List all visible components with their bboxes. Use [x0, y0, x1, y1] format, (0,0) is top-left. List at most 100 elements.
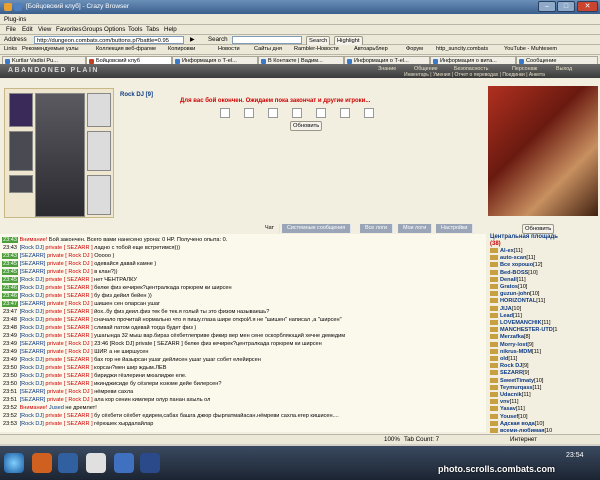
player-name[interactable]: HORIZONTAL [500, 298, 536, 304]
player-item[interactable]: Teymurqass[11] [490, 385, 541, 392]
player-item[interactable]: Bed-BOSS[10] [490, 270, 538, 277]
character-name[interactable]: Rock DJ [9] [120, 92, 153, 98]
link-item[interactable]: Форум [406, 46, 423, 52]
player-item[interactable]: Все хорошо[12] [490, 262, 542, 269]
player-item[interactable]: LOVEMANCHIK[11] [490, 320, 551, 327]
player-name[interactable]: guzun-john [500, 291, 530, 297]
chat-sender[interactable]: Jused [49, 405, 64, 411]
tab-all-logs[interactable]: Все логи [360, 224, 393, 233]
player-item[interactable]: nikrus-MDM[11] [490, 349, 541, 356]
chat-private-target[interactable]: private [ Rock DJ ] [47, 253, 93, 259]
link-item[interactable]: http_suncity.combats [436, 46, 488, 52]
chat-sender[interactable]: [SEZARR] [20, 349, 46, 355]
player-item[interactable]: Gratos[10] [490, 284, 527, 291]
player-item[interactable]: Rock DJ[9] [490, 363, 529, 370]
tab-settings[interactable]: Настройки [436, 224, 474, 233]
firefox-icon[interactable] [32, 453, 52, 473]
player-name[interactable]: Al-ex [500, 248, 514, 254]
crazy-browser-icon[interactable] [140, 453, 160, 473]
chat-private-target[interactable]: private [ SEZARR ] [45, 421, 92, 427]
chat-sender[interactable]: [Rock DJ] [20, 245, 44, 251]
tab-my-logs[interactable]: Мои логи [398, 224, 433, 233]
equip-slot[interactable] [87, 175, 111, 215]
chat-private-target[interactable]: private [ SEZARR ] [45, 293, 92, 299]
menu-help[interactable]: Help [164, 26, 177, 33]
chat-sender[interactable]: [Rock DJ] [20, 317, 44, 323]
player-name[interactable]: Merzafka [500, 334, 524, 340]
tab-chat[interactable]: Чат [260, 224, 280, 233]
player-item[interactable]: MANCHESTER-UTD[1 [490, 327, 558, 334]
player-name[interactable]: nikrus-MDM [500, 349, 532, 355]
chat-private-target[interactable]: private [ Rock DJ ] [47, 349, 93, 355]
url-input[interactable]: http://dungeon.combats.com/buttons.pl?ba… [34, 36, 184, 44]
chat-private-target[interactable]: private [ SEZARR ] [45, 277, 92, 283]
player-item[interactable]: Morry-lost[9] [490, 342, 534, 349]
player-name[interactable]: Gratos [500, 284, 518, 290]
link-item[interactable]: Сайты дня [254, 46, 282, 52]
chat-private-target[interactable]: private [ SEZARR ] [45, 245, 92, 251]
chat-sender[interactable]: [Rock DJ] [20, 333, 44, 339]
maximize-button[interactable]: □ [557, 1, 575, 12]
player-item[interactable]: old[11] [490, 356, 517, 363]
chat-sender[interactable]: [Rock DJ] [20, 373, 44, 379]
chat-private-target[interactable]: private [ SEZARR ] [45, 317, 92, 323]
chat-private-target[interactable]: private [ SEZARR ] [45, 381, 92, 387]
player-list-refresh-button[interactable]: Обновить [522, 224, 555, 234]
go-icon[interactable]: ▶ [190, 36, 195, 43]
menu-file[interactable]: File [6, 26, 16, 33]
player-name[interactable]: Yasav [500, 406, 516, 412]
chat-sender[interactable]: [SEZARR] [20, 261, 46, 267]
player-item[interactable]: vnv[11] [490, 399, 519, 406]
player-item[interactable]: Yasav[11] [490, 406, 525, 413]
player-name[interactable]: Yousef [500, 414, 518, 420]
battle-refresh-button[interactable]: Обновить [290, 121, 323, 131]
link-item[interactable]: Rambler-Новости [294, 46, 339, 52]
link-item[interactable]: Новости [218, 46, 240, 52]
tab-system-messages[interactable]: Системные сообщения [282, 224, 352, 233]
player-item[interactable]: guzun-john[10] [490, 291, 539, 298]
equip-slot[interactable] [9, 131, 33, 171]
player-name[interactable]: LOVEMANCHIK [500, 320, 542, 326]
sub-nav[interactable]: Инвентарь | Умения | Отчет о переводах |… [404, 72, 545, 78]
chat-sender[interactable]: [Rock DJ] [20, 381, 44, 387]
chat-private-target[interactable]: private [ SEZARR ] [45, 285, 92, 291]
explorer-icon[interactable] [114, 453, 134, 473]
player-name[interactable]: Denall [500, 277, 517, 283]
player-name[interactable]: SweetTimaty [500, 378, 534, 384]
chat-sender[interactable]: [SEZARR] [20, 389, 46, 395]
nav-knowledge[interactable]: Знание [378, 66, 396, 72]
zoom-level[interactable]: 100% [384, 436, 400, 443]
menu-tools[interactable]: Tools [128, 26, 142, 33]
player-item[interactable]: HORIZONTAL[11] [490, 298, 545, 305]
equip-slot[interactable] [87, 93, 111, 127]
chat-private-target[interactable]: private [ Rock DJ ] [47, 341, 93, 347]
chat-sender[interactable]: [Rock DJ] [20, 309, 44, 315]
player-item[interactable]: auto-scan[11] [490, 255, 535, 262]
player-name[interactable]: Все хорошо [500, 262, 533, 268]
link-item[interactable]: YouTube - Muhtesem [504, 46, 596, 52]
chat-private-target[interactable]: private [ SEZARR ] [45, 333, 92, 339]
chat-sender[interactable]: [SEZARR] [20, 253, 46, 259]
character-avatar[interactable] [35, 93, 85, 217]
chat-private-target[interactable]: private [ Rock DJ ] [47, 261, 93, 267]
minimize-button[interactable]: – [538, 1, 556, 12]
close-button[interactable]: ✕ [577, 1, 598, 12]
player-name[interactable]: JIJA [500, 306, 512, 312]
player-name[interactable]: MANCHESTER-UTD [500, 327, 553, 333]
equip-slot[interactable] [9, 175, 33, 193]
link-item[interactable]: Копировки [168, 46, 195, 52]
player-item[interactable]: Lead[11] [490, 313, 522, 320]
equip-slot[interactable] [87, 131, 111, 171]
chat-sender[interactable]: [Rock DJ] [20, 365, 44, 371]
player-name[interactable]: Lead [500, 313, 513, 319]
chat-private-target[interactable]: private [ SEZARR ] [45, 373, 92, 379]
menu-options[interactable]: Options [104, 26, 125, 33]
player-name[interactable]: vnv [500, 399, 510, 405]
chat-private-target[interactable]: private [ Rock DJ ] [47, 269, 93, 275]
player-item[interactable]: SweetTimaty[10] [490, 378, 543, 385]
player-item[interactable]: Адская вода[10] [490, 421, 544, 428]
chat-sender[interactable]: [Rock DJ] [20, 357, 44, 363]
menu-view[interactable]: View [38, 26, 51, 33]
chat-sender[interactable]: [Rock DJ] [20, 413, 44, 419]
link-item[interactable]: Рекомендуемые узлы [22, 46, 79, 52]
